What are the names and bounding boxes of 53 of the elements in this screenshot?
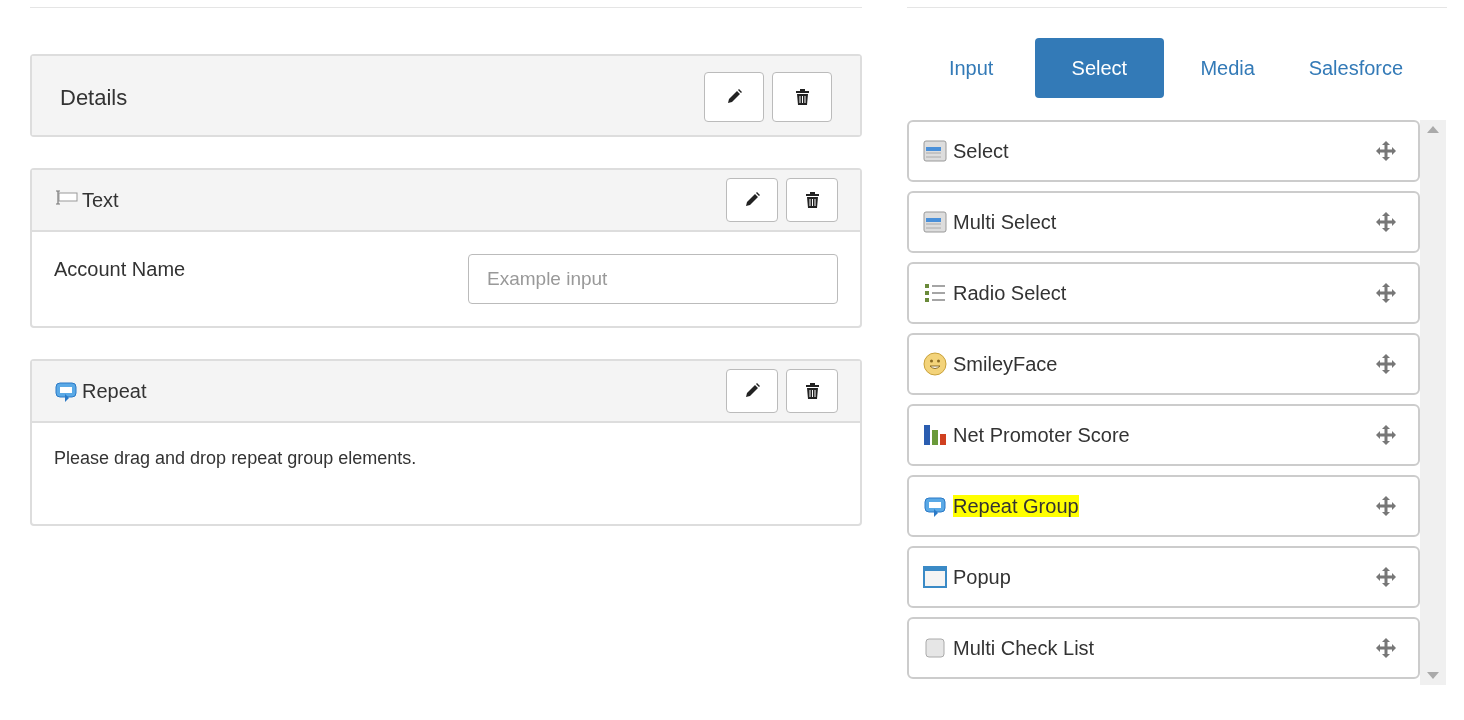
trash-icon bbox=[803, 382, 821, 400]
tab[interactable]: Media bbox=[1163, 38, 1292, 98]
edit-button[interactable] bbox=[704, 72, 764, 122]
move-icon[interactable] bbox=[1376, 212, 1396, 232]
item-label: Multi Select bbox=[953, 211, 1057, 233]
move-icon[interactable] bbox=[1376, 425, 1396, 445]
checkbox-icon bbox=[923, 636, 947, 660]
item-label: SmileyFace bbox=[953, 353, 1058, 375]
field-label: Account Name bbox=[54, 257, 186, 282]
item-label: Multi Check List bbox=[953, 637, 1095, 659]
pencil-icon bbox=[743, 382, 761, 400]
item-label: Select bbox=[953, 140, 1009, 162]
drop-hint: Please drag and drop repeat group elements. bbox=[54, 447, 417, 470]
tab[interactable]: Salesforce bbox=[1291, 38, 1420, 98]
item-label: Popup bbox=[953, 566, 1011, 588]
trash-icon bbox=[793, 88, 811, 106]
edit-button[interactable] bbox=[726, 369, 778, 413]
tab[interactable]: Input bbox=[907, 38, 1036, 98]
edit-button[interactable] bbox=[726, 178, 778, 222]
list-box-icon bbox=[923, 210, 947, 234]
palette-item[interactable]: Popup bbox=[907, 546, 1420, 608]
pencil-icon bbox=[725, 88, 743, 106]
move-icon[interactable] bbox=[1376, 567, 1396, 587]
item-label: Radio Select bbox=[953, 282, 1067, 304]
item-label: Net Promoter Score bbox=[953, 424, 1130, 446]
trash-icon bbox=[803, 191, 821, 209]
palette-item[interactable]: Radio Select bbox=[907, 262, 1420, 324]
text-input[interactable]: Example input bbox=[468, 254, 838, 304]
palette-item[interactable]: Multi Check List bbox=[907, 617, 1420, 679]
item-label: Repeat Group bbox=[953, 495, 1079, 517]
move-icon[interactable] bbox=[1376, 638, 1396, 658]
palette-item[interactable]: Select bbox=[907, 120, 1420, 182]
delete-button[interactable] bbox=[786, 178, 838, 222]
panel-title: Text bbox=[82, 188, 119, 213]
palette-item[interactable]: Multi Select bbox=[907, 191, 1420, 253]
bulleted-list-icon bbox=[923, 281, 947, 305]
palette-item[interactable]: SmileyFace bbox=[907, 333, 1420, 395]
panel-title: Repeat bbox=[82, 379, 147, 404]
window-icon bbox=[923, 565, 947, 589]
smiley-icon bbox=[923, 352, 947, 376]
move-icon[interactable] bbox=[1376, 496, 1396, 516]
palette-item[interactable]: Net Promoter Score bbox=[907, 404, 1420, 466]
tab[interactable]: Select bbox=[1035, 38, 1164, 98]
move-icon[interactable] bbox=[1376, 141, 1396, 161]
bar-chart-icon bbox=[923, 423, 947, 447]
pencil-icon bbox=[743, 191, 761, 209]
list-box-icon bbox=[923, 139, 947, 163]
delete-button[interactable] bbox=[772, 72, 832, 122]
delete-button[interactable] bbox=[786, 369, 838, 413]
move-icon[interactable] bbox=[1376, 283, 1396, 303]
section-title: Details bbox=[60, 83, 128, 112]
move-icon[interactable] bbox=[1376, 354, 1396, 374]
palette-item[interactable]: Repeat Group bbox=[907, 475, 1420, 537]
